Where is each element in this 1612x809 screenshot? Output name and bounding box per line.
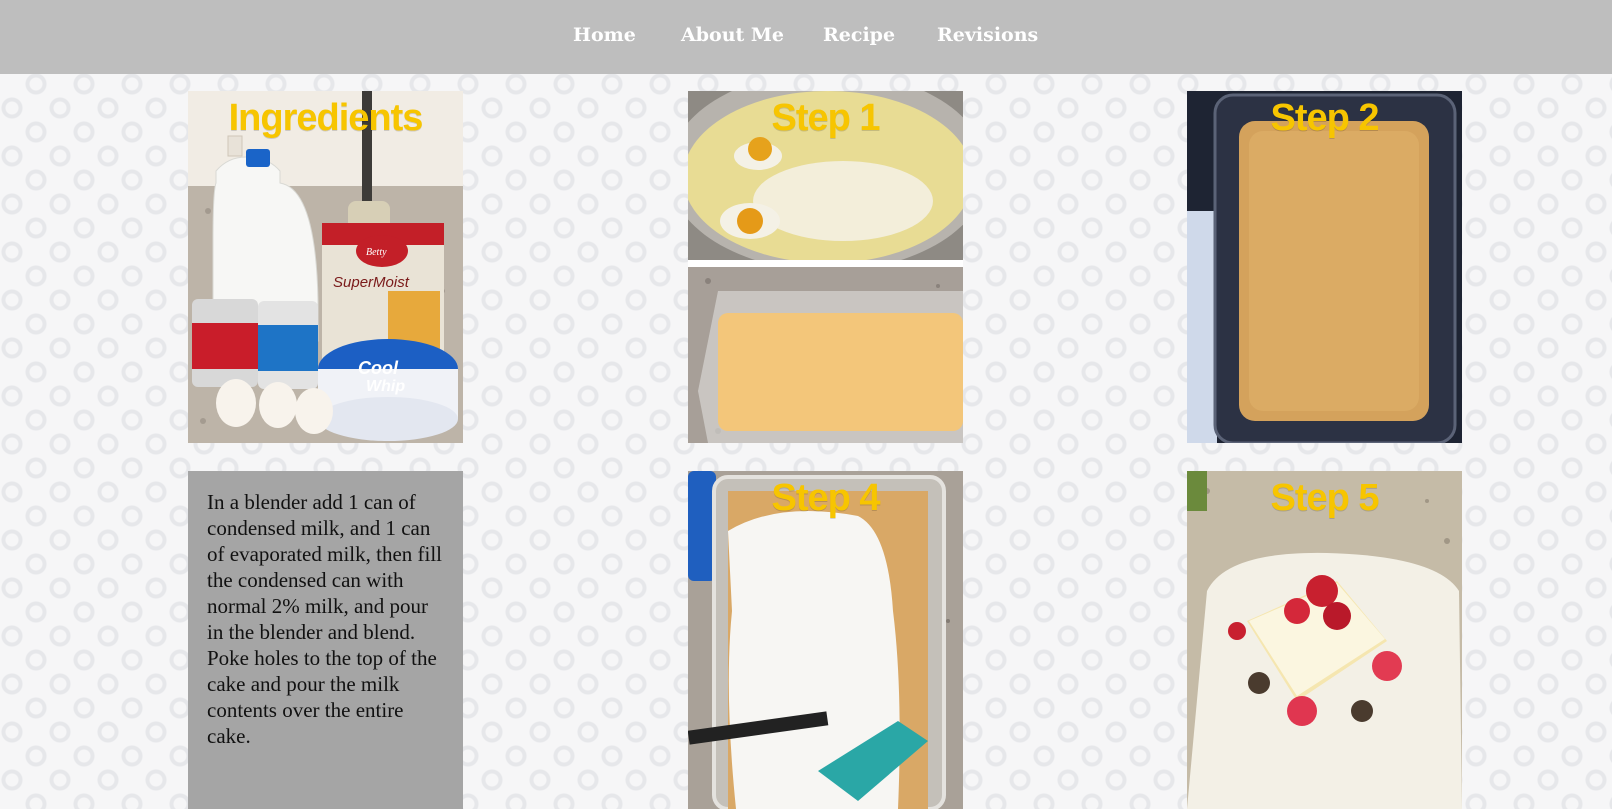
step-5-photo-tile: Step 5 (1187, 471, 1462, 809)
svg-text:Betty: Betty (366, 247, 387, 258)
step-1-photo-tile: Step 1 (688, 91, 963, 443)
instructions-paragraph: In a blender add 1 can of condensed milk… (207, 490, 443, 644)
step-5-title: Step 5 (1270, 477, 1379, 519)
svg-text:Cool: Cool (358, 358, 399, 378)
nav-link-about-me[interactable]: About Me (681, 24, 784, 46)
svg-text:SuperMoist: SuperMoist (333, 274, 410, 291)
step-1-title: Step 1 (771, 97, 880, 139)
step-5-photo (1187, 471, 1462, 809)
step-2-title: Step 2 (1270, 97, 1379, 139)
step-4-photo (688, 471, 963, 809)
step-4-photo-tile: Step 4 (688, 471, 963, 809)
instructions-panel: In a blender add 1 can of condensed milk… (188, 471, 463, 809)
nav-link-recipe[interactable]: Recipe (823, 24, 895, 46)
instructions-paragraph: Poke holes to the top of the cake and po… (207, 646, 437, 748)
step-4-title: Step 4 (771, 477, 880, 519)
step-2-photo-tile: Step 2 (1187, 91, 1462, 443)
nav-link-home[interactable]: Home (573, 24, 636, 46)
ingredients-title: Ingredients (228, 97, 424, 139)
ingredients-photo: Betty SuperMoist Cool Whip (188, 91, 463, 443)
top-nav-bar: Home About Me Recipe Revisions (0, 0, 1612, 74)
step-2-photo (1187, 91, 1462, 443)
ingredients-photo-tile: Betty SuperMoist Cool Whip Ingredients (188, 91, 463, 443)
nav-link-revisions[interactable]: Revisions (937, 24, 1038, 46)
step-1-photos (688, 91, 963, 443)
svg-text:Whip: Whip (366, 378, 405, 395)
